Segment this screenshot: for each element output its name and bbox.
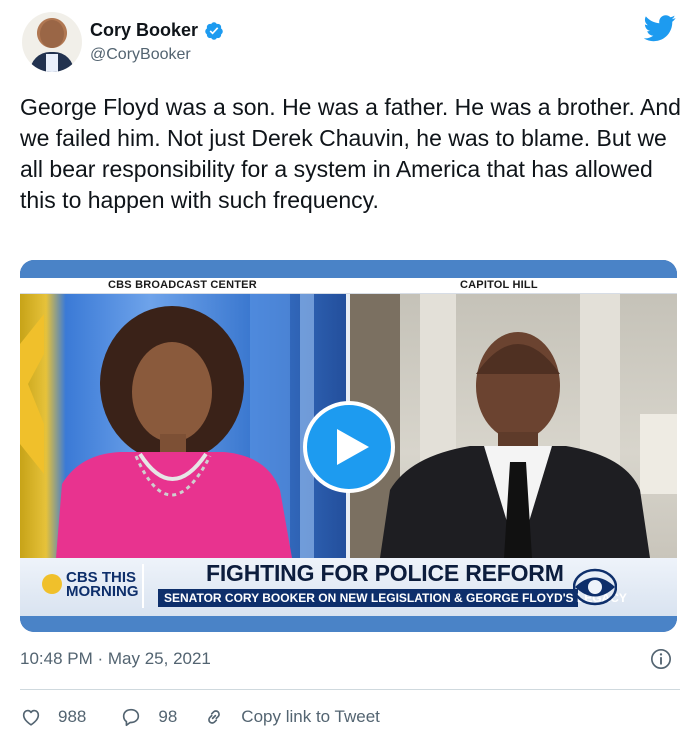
like-button[interactable]: 988	[20, 706, 86, 728]
avatar[interactable]	[22, 12, 82, 72]
author-name[interactable]: Cory Booker	[90, 20, 198, 41]
tweet-timestamp[interactable]: 10:48 PM · May 25, 2021	[20, 649, 211, 669]
video-player[interactable]: CBS BROADCAST CENTER CAPITOL HILL CBS TH…	[20, 260, 677, 632]
guest-video-frame	[350, 294, 677, 558]
copy-link-label: Copy link to Tweet	[241, 707, 380, 726]
heart-icon	[22, 709, 40, 726]
reply-bubble-icon	[123, 708, 140, 727]
like-count: 988	[58, 707, 87, 726]
tweet-header: Cory Booker @CoryBooker	[20, 12, 680, 76]
left-location-label: CBS BROADCAST CENTER	[108, 279, 257, 291]
lower-third-separator	[142, 564, 144, 608]
logo-line-2: MORNING	[66, 583, 139, 600]
info-icon[interactable]	[650, 648, 672, 670]
reply-count: 98	[158, 707, 178, 726]
link-icon	[208, 710, 221, 724]
news-lower-third: CBS THIS MORNING FIGHTING FOR POLICE REF…	[20, 558, 677, 616]
cbs-eye-icon	[42, 574, 62, 594]
tweet-text: George Floyd was a son. He was a father.…	[20, 94, 681, 213]
author-name-row[interactable]: Cory Booker	[90, 20, 224, 41]
cbs-eye-logo-icon	[573, 568, 617, 606]
action-divider	[20, 689, 680, 690]
video-bottom-bar	[20, 616, 677, 632]
verified-badge-icon	[205, 21, 223, 40]
play-icon	[337, 429, 369, 465]
news-headline: FIGHTING FOR POLICE REFORM	[206, 560, 564, 586]
anchor-video-frame	[20, 294, 346, 558]
reply-button[interactable]: 98	[120, 706, 177, 728]
copy-link-button[interactable]: Copy link to Tweet	[203, 706, 380, 728]
author-handle[interactable]: @CoryBooker	[90, 46, 191, 64]
news-subheadline-bar: SENATOR CORY BOOKER ON NEW LEGISLATION &…	[158, 589, 627, 607]
play-button[interactable]	[303, 401, 395, 493]
location-label-bar: CBS BROADCAST CENTER CAPITOL HILL	[20, 278, 677, 294]
tweet-actions: 988 98 Copy link to Tweet	[20, 700, 380, 734]
twitter-bird-icon[interactable]	[644, 12, 676, 44]
right-location-label: CAPITOL HILL	[460, 279, 538, 291]
video-top-bar	[20, 260, 677, 280]
news-subheadline: SENATOR CORY BOOKER ON NEW LEGISLATION &…	[164, 591, 627, 605]
